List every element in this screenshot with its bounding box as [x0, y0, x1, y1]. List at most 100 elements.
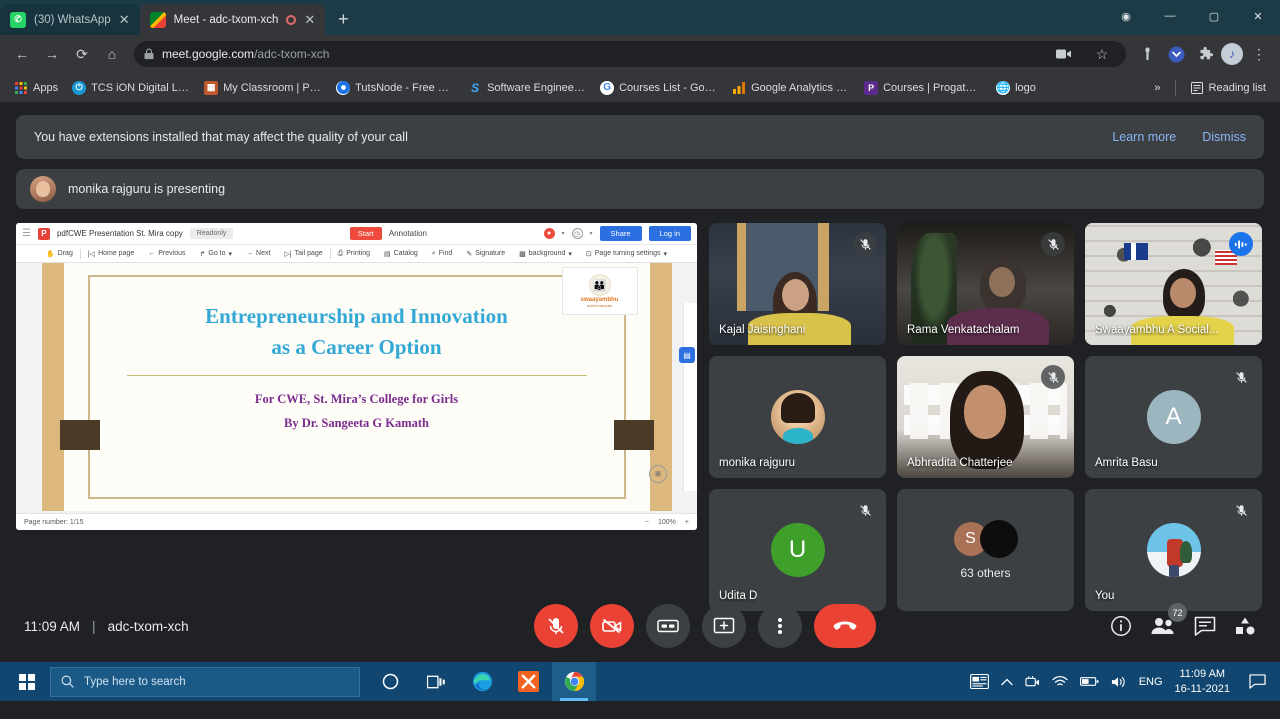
camera-off-button[interactable] — [590, 604, 634, 648]
bookmark-star-icon[interactable]: ☆ — [1088, 40, 1116, 68]
menu-item-home-page[interactable]: |◁Home page — [81, 250, 141, 258]
xampp-icon[interactable] — [506, 662, 550, 701]
chevron-down-icon[interactable]: ▾ — [590, 230, 593, 237]
wifi-icon[interactable] — [1052, 675, 1068, 688]
zoom-out-button[interactable]: − — [645, 519, 649, 526]
annotation-button[interactable]: Annotation — [389, 229, 427, 238]
leave-call-button[interactable] — [814, 604, 876, 648]
menu-item-goto[interactable]: ↱Go to▾ — [193, 250, 240, 258]
menu-item-printing[interactable]: ⎙Printing — [331, 250, 377, 258]
box-icon: ▦ — [204, 81, 218, 95]
bookmark-courses-list[interactable]: G Courses List - Goog... — [594, 78, 724, 98]
browser-tab-meet[interactable]: Meet - adc-txom-xch ✕ — [140, 4, 326, 35]
bookmark-my-classroom[interactable]: ▦ My Classroom | Pyt... — [198, 78, 328, 98]
menu-item-find[interactable]: ⌕Find — [425, 250, 460, 258]
back-button[interactable]: ← — [8, 40, 36, 68]
home-button[interactable]: ⌂ — [98, 40, 126, 68]
pdf-status-bar: Page number: 1/15 − 100% + — [16, 513, 697, 530]
menu-item-drag[interactable]: ✋Drag — [39, 250, 80, 258]
battery-icon[interactable] — [1080, 676, 1099, 687]
menu-item-catalog[interactable]: ▤Catalog — [377, 250, 425, 258]
news-weather-icon[interactable] — [970, 674, 989, 689]
shared-screen-pdf-viewer[interactable]: ☰ P pdfCWE Presentation St. Mira copy Re… — [16, 223, 697, 530]
menu-item-background[interactable]: ▩background▾ — [512, 250, 579, 258]
taskbar-search-input[interactable]: Type here to search — [50, 667, 360, 697]
camera-tray-icon[interactable] — [1025, 675, 1040, 689]
meeting-details-button[interactable] — [1110, 615, 1132, 637]
close-icon[interactable]: ✕ — [119, 13, 130, 26]
music-extension-icon[interactable]: ♪ — [1221, 43, 1243, 65]
maximize-button[interactable]: ▢ — [1192, 0, 1236, 32]
menu-item-page-turning-settings[interactable]: ⊡Page turning settings▾ — [579, 250, 674, 258]
bookmark-software-engineering[interactable]: S Software Engineerin... — [462, 78, 592, 98]
action-center-icon[interactable] — [1242, 662, 1272, 701]
participants-grid: Kajal Jaisinghani Rama Venkatachalam — [709, 223, 1262, 611]
bookmark-progate[interactable]: P Courses | Progate -... — [858, 78, 988, 98]
new-tab-button[interactable]: + — [329, 5, 357, 33]
language-indicator[interactable]: ENG — [1139, 676, 1163, 688]
zoom-in-button[interactable]: + — [685, 519, 689, 526]
chevron-up-icon[interactable] — [1001, 678, 1013, 686]
start-button[interactable]: Start — [350, 227, 382, 240]
cast-icon[interactable]: ◉ — [1104, 0, 1148, 32]
participant-tile[interactable]: A Amrita Basu — [1085, 356, 1262, 478]
extension-generic-icon[interactable] — [1134, 41, 1160, 67]
clock-icon[interactable]: ◷ — [572, 228, 583, 239]
pdf-menu-toolbar: ✋Drag |◁Home page ←Previous ↱Go to▾ →Nex… — [16, 245, 697, 263]
participant-tile[interactable]: monika rajguru — [709, 356, 886, 478]
pocket-icon[interactable] — [1163, 41, 1189, 67]
bookmark-google-analytics[interactable]: Google Analytics fo... — [726, 78, 856, 98]
reading-list-button[interactable]: Reading list — [1184, 78, 1272, 98]
search-placeholder: Type here to search — [84, 676, 186, 688]
chevron-down-icon[interactable]: ▾ — [562, 230, 565, 237]
menu-item-previous[interactable]: ←Previous — [141, 250, 192, 257]
present-now-button[interactable] — [702, 604, 746, 648]
microsoft-edge-icon[interactable] — [460, 662, 504, 701]
participant-tile[interactable]: Rama Venkatachalam — [897, 223, 1074, 345]
hamburger-menu-icon[interactable]: ☰ — [22, 228, 31, 239]
participant-tile-active-speaker[interactable]: Swaayambhu A Social... — [1085, 223, 1262, 345]
activities-button[interactable] — [1234, 616, 1256, 636]
close-window-button[interactable]: ✕ — [1236, 0, 1280, 32]
participant-tile[interactable]: Abhradita Chatterjee — [897, 356, 1074, 478]
forward-button[interactable]: → — [38, 40, 66, 68]
more-options-button[interactable] — [758, 604, 802, 648]
cortana-icon[interactable] — [368, 662, 412, 701]
pdf-scrollbar[interactable] — [683, 303, 697, 491]
bookmark-tcs-ion[interactable]: ⏻ TCS iON Digital Lear... — [66, 78, 196, 98]
camera-icon[interactable] — [1050, 40, 1078, 68]
login-button[interactable]: Log in — [649, 226, 691, 241]
menu-item-tail-page[interactable]: ▷|Tail page — [277, 250, 329, 258]
browser-tab-whatsapp[interactable]: ✆ (30) WhatsApp ✕ — [0, 4, 140, 35]
address-bar[interactable]: meet.google.com/adc-txom-xch ☆ — [134, 41, 1126, 67]
bookmark-tutsnode[interactable]: TutsNode - Free Co... — [330, 78, 460, 98]
menu-item-next[interactable]: →Next — [239, 250, 277, 257]
start-button[interactable] — [4, 662, 50, 701]
microphone-off-button[interactable] — [534, 604, 578, 648]
minimize-button[interactable]: — — [1148, 0, 1192, 32]
show-everyone-button[interactable]: 72 — [1150, 616, 1176, 636]
participant-name: Rama Venkatachalam — [907, 324, 1020, 336]
google-chrome-icon[interactable] — [552, 662, 596, 701]
bookmark-apps[interactable]: Apps — [8, 78, 64, 98]
menu-item-signature[interactable]: ✎Signature — [459, 250, 512, 258]
record-icon[interactable]: ● — [544, 228, 555, 239]
pdf-thumbnail-toggle-button[interactable]: ▤ — [679, 347, 695, 363]
participant-name: Kajal Jaisinghani — [719, 324, 805, 336]
learn-more-link[interactable]: Learn more — [1112, 130, 1176, 144]
dismiss-button[interactable]: Dismiss — [1202, 130, 1246, 144]
background-icon: ▩ — [519, 250, 526, 258]
chrome-menu-icon[interactable]: ⋮ — [1246, 41, 1272, 67]
share-button[interactable]: Share — [600, 226, 642, 241]
extension-puzzle-icon[interactable] — [1192, 41, 1218, 67]
reload-button[interactable]: ⟳ — [68, 40, 96, 68]
taskbar-clock[interactable]: 11:09 AM 16-11-2021 — [1175, 667, 1230, 695]
captions-button[interactable] — [646, 604, 690, 648]
volume-icon[interactable] — [1111, 675, 1127, 689]
bookmark-logo[interactable]: 🌐 logo — [990, 78, 1042, 98]
task-view-icon[interactable] — [414, 662, 458, 701]
chat-button[interactable] — [1194, 616, 1216, 636]
bookmarks-overflow-button[interactable]: » — [1148, 79, 1166, 97]
participant-tile[interactable]: Kajal Jaisinghani — [709, 223, 886, 345]
close-icon[interactable]: ✕ — [304, 13, 315, 26]
